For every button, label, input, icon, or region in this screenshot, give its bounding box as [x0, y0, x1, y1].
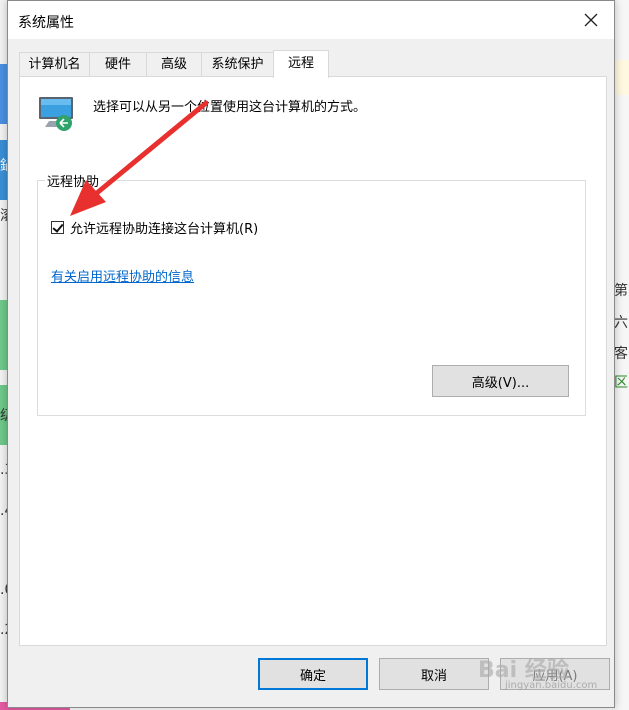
remote-tab-panel: 选择可以从另一个位置使用这台计算机的方式。 远程协助 允许远程协助连接这台计算机…: [19, 76, 607, 646]
background-fragment: 六: [614, 315, 628, 331]
baidu-watermark-url: jingyan.baidu.com: [505, 680, 598, 691]
close-button[interactable]: [568, 1, 614, 39]
advanced-button[interactable]: 高级(V)...: [432, 365, 569, 397]
allow-remote-assistance-checkbox[interactable]: 允许远程协助连接这台计算机(R): [51, 218, 258, 237]
group-label: 远程协助: [45, 171, 102, 190]
remote-assistance-group: 远程协助 允许远程协助连接这台计算机(R) 有关启用远程协助的信息 高级(V).…: [37, 171, 586, 416]
background-fragment: 区: [614, 375, 628, 391]
title-bar: 系统属性: [8, 1, 614, 39]
checkbox-label[interactable]: 允许远程协助连接这台计算机(R): [70, 218, 258, 237]
checkbox-checked-icon[interactable]: [51, 221, 64, 234]
cancel-button[interactable]: 取消: [379, 658, 489, 690]
tab-hardware[interactable]: 硬件: [89, 52, 147, 76]
dialog-title: 系统属性: [18, 15, 74, 31]
tab-computer-name[interactable]: 计算机名: [19, 52, 90, 76]
background-fragment: 客: [614, 346, 628, 362]
tab-advanced[interactable]: 高级: [146, 52, 202, 76]
tab-system-protection[interactable]: 系统保护: [201, 52, 274, 76]
system-properties-dialog: 系统属性 计算机名 硬件 高级 系统保护 远程 选择可以从另一个位置使用这台计算…: [7, 0, 615, 708]
close-icon: [584, 13, 598, 27]
remote-description: 选择可以从另一个位置使用这台计算机的方式。: [93, 100, 367, 115]
remote-assistance-info-link[interactable]: 有关启用远程协助的信息: [51, 266, 194, 285]
tab-remote[interactable]: 远程: [273, 50, 329, 78]
ok-button[interactable]: 确定: [258, 658, 368, 690]
background-fragment: 第: [614, 283, 628, 299]
remote-computer-icon: [39, 97, 73, 131]
background-strip: [614, 60, 629, 95]
